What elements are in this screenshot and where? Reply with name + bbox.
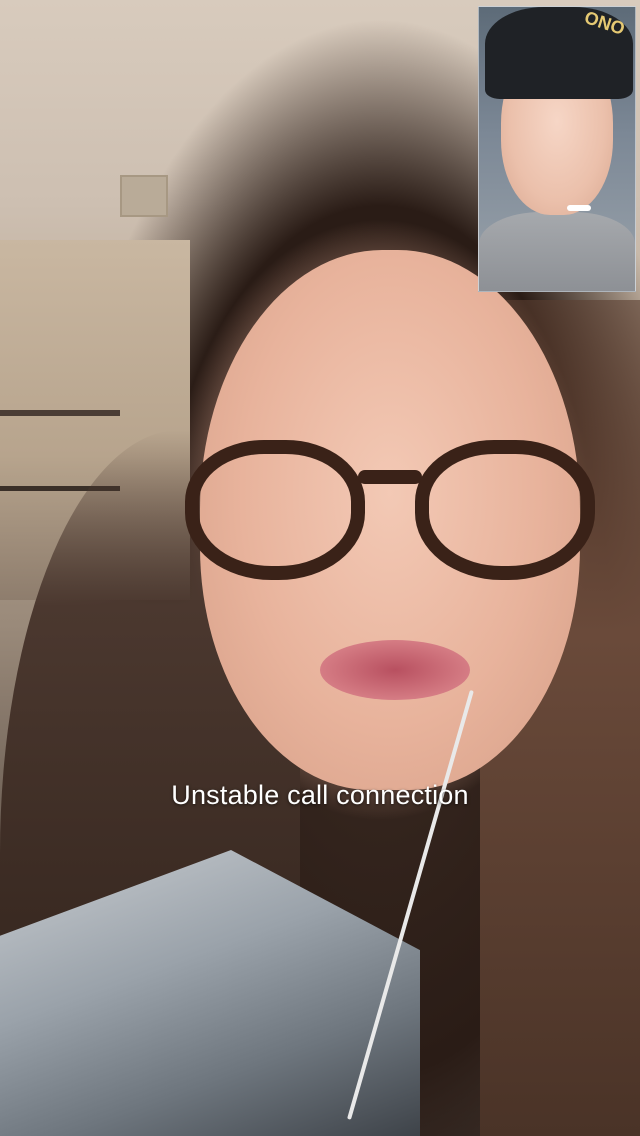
video-call-screen: ONO Unstable call connection (0, 0, 640, 1136)
glasses-left-lens (185, 440, 365, 580)
self-hat-logo: ONO (582, 7, 628, 39)
remote-mouth (320, 640, 470, 700)
self-view-preview[interactable]: ONO (478, 6, 636, 292)
self-earphone-mic (567, 205, 591, 211)
call-status-message: Unstable call connection (171, 780, 469, 810)
self-hat: ONO (485, 7, 633, 99)
glasses-right-lens (415, 440, 595, 580)
glasses-bridge (358, 470, 422, 484)
ceiling-vent (120, 175, 168, 217)
self-shirt (479, 212, 635, 291)
